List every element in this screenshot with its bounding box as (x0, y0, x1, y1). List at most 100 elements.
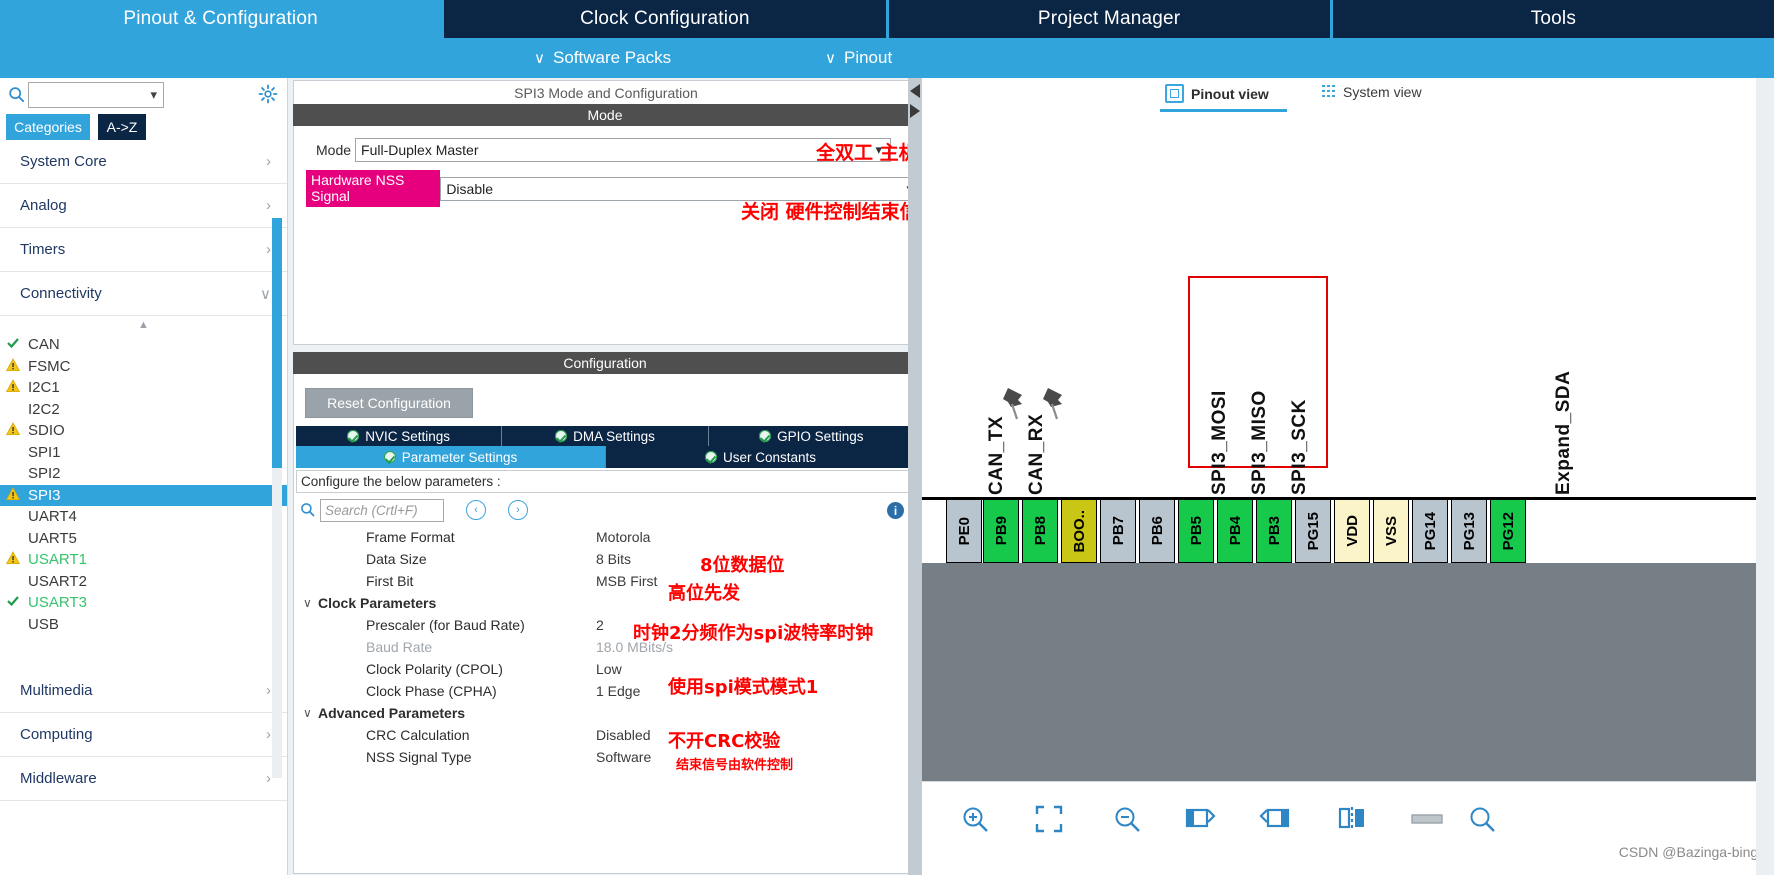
fit-to-screen-icon[interactable] (1034, 804, 1064, 834)
flip-icon[interactable] (1337, 804, 1367, 834)
pin-pg14[interactable]: PG14 (1412, 499, 1448, 563)
pin-pb7[interactable]: PB7 (1100, 499, 1136, 563)
peripheral-item-spi3[interactable]: SPI3 (0, 484, 287, 506)
left-scrollbar-thumb[interactable] (272, 218, 282, 468)
vertical-splitter[interactable] (908, 78, 922, 875)
tab-a-to-z[interactable]: A->Z (98, 114, 146, 140)
parameter-name: Data Size (366, 551, 427, 567)
parameter-name: Advanced Parameters (318, 705, 466, 721)
find-pin-icon[interactable] (1467, 804, 1497, 834)
pin-pb6[interactable]: PB6 (1139, 499, 1175, 563)
peripheral-item-fsmc[interactable]: FSMC (0, 356, 287, 378)
parameter-row[interactable]: NSS Signal Type Software (296, 746, 912, 768)
category-search-row: ▾ (0, 78, 287, 114)
category-label: Analog (20, 197, 67, 214)
check-icon (6, 594, 24, 611)
peripheral-label: UART5 (28, 529, 77, 547)
peripheral-item-can[interactable]: CAN (0, 334, 287, 356)
category-multimedia[interactable]: Multimedia › (0, 669, 287, 713)
category-computing[interactable]: Computing › (0, 713, 287, 757)
tab-system-view[interactable]: System view (1322, 84, 1422, 100)
parameter-name: Clock Polarity (CPOL) (366, 661, 503, 677)
pin-pb9[interactable]: PB9 (983, 499, 1019, 563)
peripheral-item-spi2[interactable]: SPI2 (0, 463, 287, 485)
parameter-row[interactable]: CRC Calculation Disabled (296, 724, 912, 746)
tab-pinout-configuration[interactable]: Pinout & Configuration (0, 0, 442, 38)
tab-project-manager[interactable]: Project Manager (888, 0, 1330, 38)
category-middleware[interactable]: Middleware › (0, 757, 287, 801)
gear-icon[interactable] (258, 84, 278, 104)
parameter-row[interactable]: Frame Format Motorola (296, 526, 912, 548)
category-timers[interactable]: Timers › (0, 228, 287, 272)
parameter-search-input[interactable]: Search (Crtl+F) (320, 498, 444, 522)
peripheral-item-uart5[interactable]: UART5 (0, 528, 287, 550)
peripheral-item-usart3[interactable]: USART3 (0, 592, 287, 614)
software-packs-menu[interactable]: ∨ Software Packs (534, 38, 671, 78)
annotation-mode: 全双工 主机 (816, 142, 918, 164)
pin-pe0[interactable]: PE0 (946, 499, 982, 563)
tab-label: GPIO Settings (777, 428, 864, 444)
category-analog[interactable]: Analog › (0, 184, 287, 228)
parameter-name: Frame Format (366, 529, 455, 545)
peripheral-item-usb[interactable]: USB (0, 614, 287, 636)
tab-dma-settings[interactable]: DMA Settings (502, 426, 709, 446)
export-icon[interactable] (1410, 812, 1444, 830)
right-scrollbar[interactable] (1756, 78, 1774, 875)
tab-tools[interactable]: Tools (1332, 0, 1774, 38)
zoom-in-icon[interactable] (960, 804, 990, 834)
pin-vdd[interactable]: VDD (1334, 499, 1370, 563)
parameter-row[interactable]: Clock Polarity (CPOL) Low (296, 658, 912, 680)
parameter-row[interactable]: Data Size 8 Bits (296, 548, 912, 570)
peripheral-item-i2c2[interactable]: I2C2 (0, 399, 287, 421)
pin-pg13[interactable]: PG13 (1451, 499, 1487, 563)
peripheral-item-spi1[interactable]: SPI1 (0, 442, 287, 464)
search-next-button[interactable]: › (508, 500, 528, 520)
sub-tool-bar: ∨ Software Packs ∨ Pinout (0, 38, 1774, 78)
tab-gpio-settings[interactable]: GPIO Settings (708, 426, 914, 446)
rotate-left-icon[interactable] (1184, 804, 1216, 834)
info-icon[interactable]: i (887, 502, 904, 519)
tab-label: Pinout view (1191, 85, 1269, 102)
tab-nvic-settings[interactable]: NVIC Settings (296, 426, 503, 446)
tab-pinout-view[interactable]: Pinout view (1165, 84, 1269, 103)
peripheral-item-i2c1[interactable]: I2C1 (0, 377, 287, 399)
reset-configuration-button[interactable]: Reset Configuration (305, 388, 473, 418)
splitter-collapse-arrows[interactable] (908, 82, 922, 122)
parameter-group-row[interactable]: ∨ Advanced Parameters (296, 702, 912, 724)
peripheral-item-uart4[interactable]: UART4 (0, 506, 287, 528)
pin-boo[interactable]: BOO.. (1061, 499, 1097, 563)
mode-dropdown[interactable]: Full-Duplex Master ▾ (355, 138, 892, 162)
peripheral-label: USB (28, 615, 59, 633)
tab-categories[interactable]: Categories (6, 114, 90, 140)
pin-pb8[interactable]: PB8 (1022, 499, 1058, 563)
category-system-core[interactable]: System Core › (0, 140, 287, 184)
tab-user-constants[interactable]: User Constants (606, 446, 915, 468)
rotate-right-icon[interactable] (1259, 804, 1291, 834)
search-prev-button[interactable]: ‹ (466, 500, 486, 520)
category-connectivity[interactable]: Connectivity ∨ (0, 272, 287, 316)
pin-vss[interactable]: VSS (1373, 499, 1409, 563)
tab-parameter-settings[interactable]: Parameter Settings (296, 446, 606, 468)
mode-section-header: Mode (293, 104, 917, 126)
pin-pb4[interactable]: PB4 (1217, 499, 1253, 563)
pin-pb5[interactable]: PB5 (1178, 499, 1214, 563)
peripheral-item-usart2[interactable]: USART2 (0, 571, 287, 593)
parameter-row[interactable]: First Bit MSB First (296, 570, 912, 592)
pin-pg15[interactable]: PG15 (1295, 499, 1331, 563)
peripheral-label: I2C1 (28, 379, 60, 397)
tab-label: Pinout & Configuration (123, 8, 318, 29)
category-label: Computing (20, 726, 93, 743)
tab-clock-configuration[interactable]: Clock Configuration (444, 0, 886, 38)
category-search-input[interactable]: ▾ (28, 82, 164, 108)
parameter-group-row[interactable]: ∨ Clock Parameters (296, 592, 912, 614)
pin-pg12[interactable]: PG12 (1490, 499, 1526, 563)
software-packs-label: Software Packs (552, 48, 672, 67)
pinout-menu[interactable]: ∨ Pinout (825, 38, 892, 78)
peripheral-scroll-indicator[interactable]: ▲ (0, 316, 287, 334)
peripheral-item-sdio[interactable]: SDIO (0, 420, 287, 442)
peripheral-item-usart1[interactable]: USART1 (0, 549, 287, 571)
zoom-out-icon[interactable] (1112, 804, 1142, 834)
check-circle-icon (704, 451, 717, 463)
pin-pb3[interactable]: PB3 (1256, 499, 1292, 563)
parameter-row[interactable]: Clock Phase (CPHA) 1 Edge (296, 680, 912, 702)
